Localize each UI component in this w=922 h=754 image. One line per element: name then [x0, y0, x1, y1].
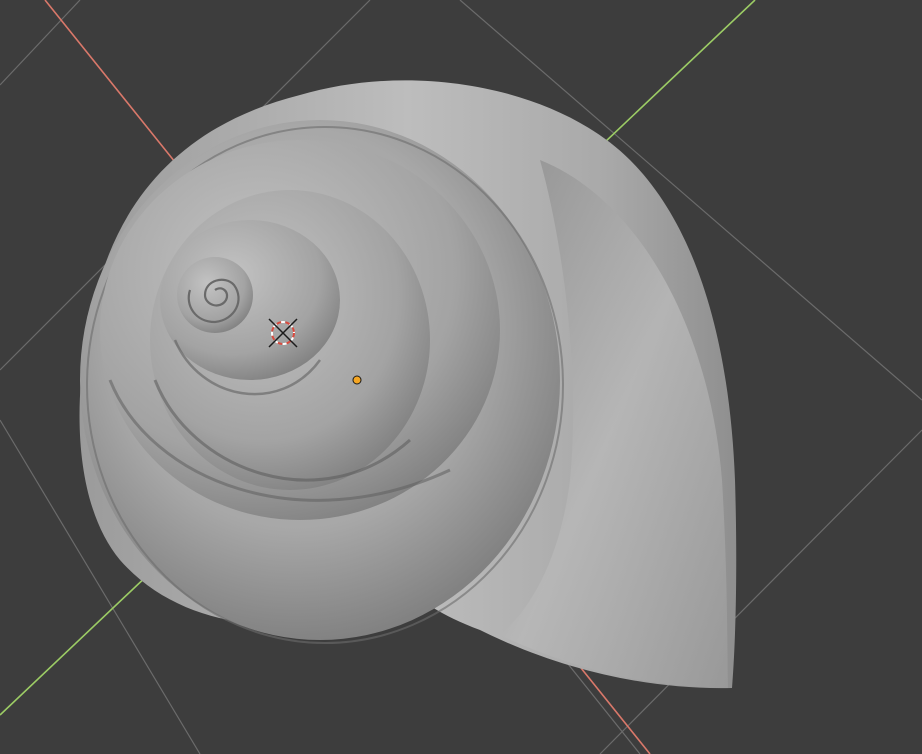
viewport-canvas[interactable] [0, 0, 922, 754]
3d-viewport[interactable] [0, 0, 922, 754]
object-origin-icon[interactable] [352, 375, 362, 385]
snail-shell-mesh[interactable] [79, 80, 737, 689]
